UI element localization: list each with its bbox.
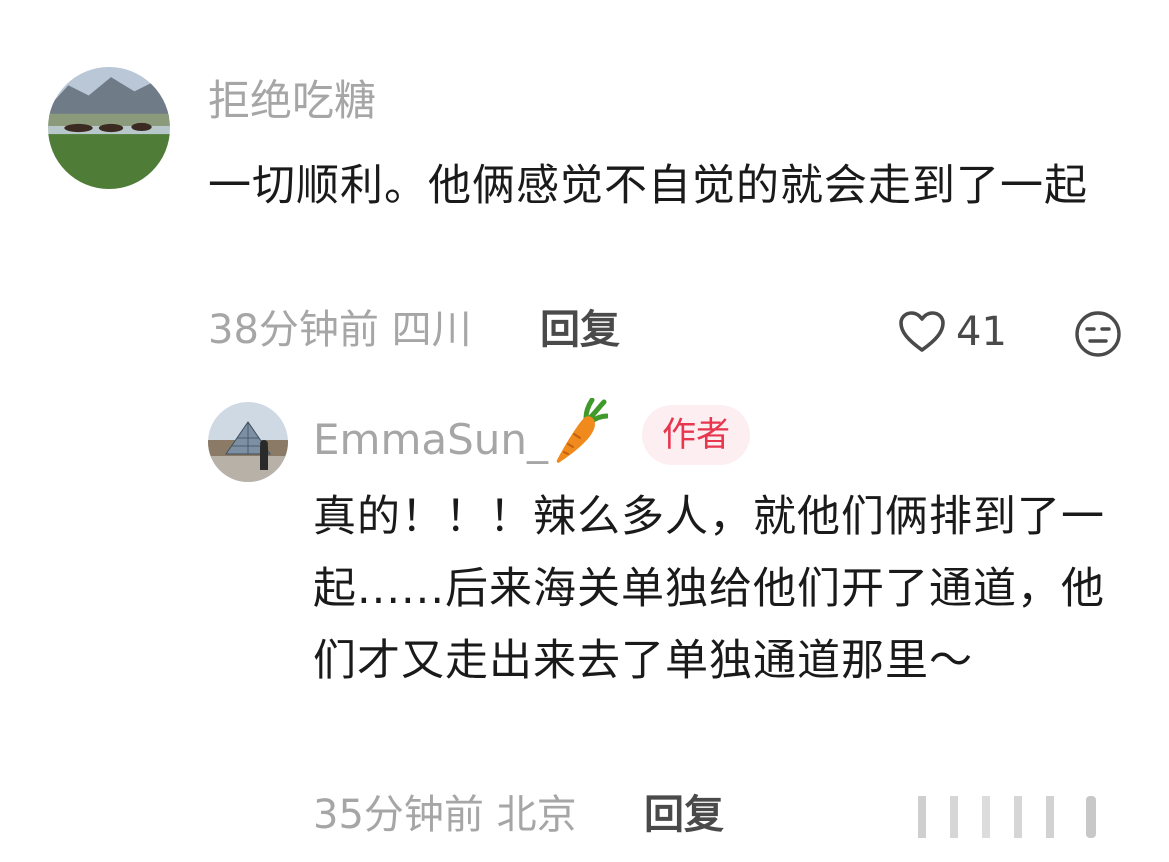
- comment-time: 38分钟前: [208, 307, 379, 353]
- comment-meta: 38分钟前 四川: [208, 310, 472, 350]
- like-count: 41: [956, 309, 1007, 355]
- unamused-face-icon[interactable]: [1074, 310, 1122, 358]
- heart-outline-icon: [899, 311, 945, 352]
- comment-location: 四川: [391, 307, 472, 353]
- reply-location: 北京: [496, 792, 577, 838]
- reply-username: EmmaSun_: [313, 415, 548, 464]
- reply-author-avatar[interactable]: [208, 402, 288, 482]
- commenter-username[interactable]: 拒绝吃糖: [208, 80, 376, 122]
- reply-author-name[interactable]: EmmaSun_: [313, 398, 608, 466]
- commenter-avatar[interactable]: [48, 67, 170, 189]
- reply-button[interactable]: 回复: [540, 310, 620, 350]
- reply-time: 35分钟前: [313, 792, 484, 838]
- watermark-icon: [916, 792, 1112, 842]
- author-badge: 作者: [642, 405, 750, 465]
- reply-meta: 35分钟前 北京: [313, 795, 577, 835]
- reply-text: 真的！！！辣么多人，就他们俩排到了一起......后来海关单独给他们开了通道，他…: [313, 492, 1106, 686]
- reply-reply-button[interactable]: 回复: [644, 795, 724, 835]
- like-button[interactable]: 41: [898, 310, 1007, 354]
- carrot-icon: [550, 398, 608, 466]
- comment-text: 一切顺利。他俩感觉不自觉的就会走到了一起: [208, 161, 1088, 211]
